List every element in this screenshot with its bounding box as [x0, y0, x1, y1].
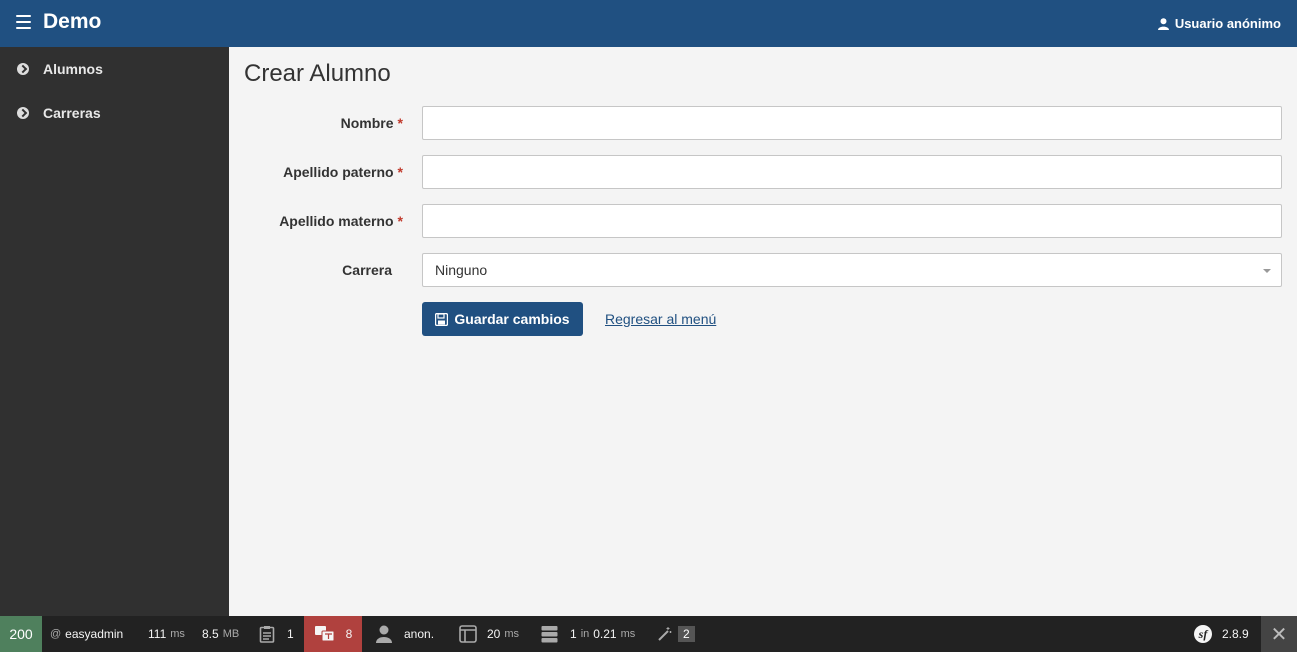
memory-usage[interactable]: 8.5 MB [202, 616, 239, 652]
apellido-paterno-input[interactable] [422, 155, 1282, 189]
apellido-materno-label: Apellido materno * [279, 213, 403, 229]
magic-wand-icon [658, 626, 672, 641]
required-marker: * [397, 164, 403, 180]
user-icon [376, 625, 392, 643]
apellido-materno-input[interactable] [422, 204, 1282, 238]
twig-panel[interactable]: 20 ms [459, 616, 519, 652]
database-panel[interactable]: 1 in 0.21 ms [541, 616, 635, 652]
logs-panel[interactable]: 1 [259, 616, 294, 652]
chevron-circle-right-icon [17, 63, 29, 75]
security-panel[interactable]: anon. [376, 616, 434, 652]
forms-panel[interactable]: 2 [657, 616, 695, 652]
back-to-menu-link[interactable]: Regresar al menú [605, 311, 716, 327]
symfony-version[interactable]: sf 2.8.9 [1194, 616, 1249, 652]
debug-toolbar: 200 @ easyadmin 111 ms 8.5 MB 1 8 anon. … [0, 616, 1297, 652]
user-name: Usuario anónimo [1174, 16, 1281, 31]
carrera-label: Carrera [342, 262, 392, 278]
user-menu[interactable]: Usuario anónimo [1157, 16, 1281, 31]
database-icon [541, 626, 558, 643]
sidebar: Alumnos Carreras [0, 47, 229, 616]
brand-title[interactable]: Demo [43, 10, 101, 34]
template-icon [459, 625, 477, 643]
required-marker: * [397, 213, 403, 229]
save-button-label: Guardar cambios [454, 311, 570, 327]
chevron-circle-right-icon [17, 107, 29, 119]
translations-panel[interactable]: 8 [304, 616, 362, 652]
page-title: Crear Alumno [244, 60, 391, 87]
route-info[interactable]: @ easyadmin [50, 616, 123, 652]
close-toolbar-button[interactable]: ✕ [1261, 616, 1297, 652]
carrera-selected-value: Ninguno [435, 262, 488, 278]
carrera-select[interactable]: Ninguno [422, 253, 1282, 287]
request-time[interactable]: 111 ms [148, 616, 185, 652]
caret-down-icon [1263, 269, 1271, 273]
nombre-label: Nombre * [340, 115, 403, 131]
sidebar-item-label: Alumnos [43, 61, 103, 77]
clipboard-icon [259, 626, 275, 643]
menu-toggle-icon[interactable] [16, 15, 31, 29]
sidebar-item-carreras[interactable]: Carreras [0, 91, 229, 135]
translation-icon [314, 626, 335, 642]
sidebar-item-alumnos[interactable]: Alumnos [0, 47, 229, 91]
user-icon [1157, 17, 1169, 30]
sidebar-item-label: Carreras [43, 105, 101, 121]
symfony-logo-icon: sf [1194, 625, 1212, 643]
required-marker: * [397, 115, 403, 131]
status-code-badge[interactable]: 200 [0, 616, 42, 652]
floppy-disk-icon [435, 312, 449, 326]
nombre-input[interactable] [422, 106, 1282, 140]
apellido-paterno-label: Apellido paterno * [283, 164, 403, 180]
close-icon: ✕ [1270, 623, 1288, 646]
save-button[interactable]: Guardar cambios [422, 302, 583, 336]
top-navbar: Demo Usuario anónimo [0, 0, 1297, 47]
